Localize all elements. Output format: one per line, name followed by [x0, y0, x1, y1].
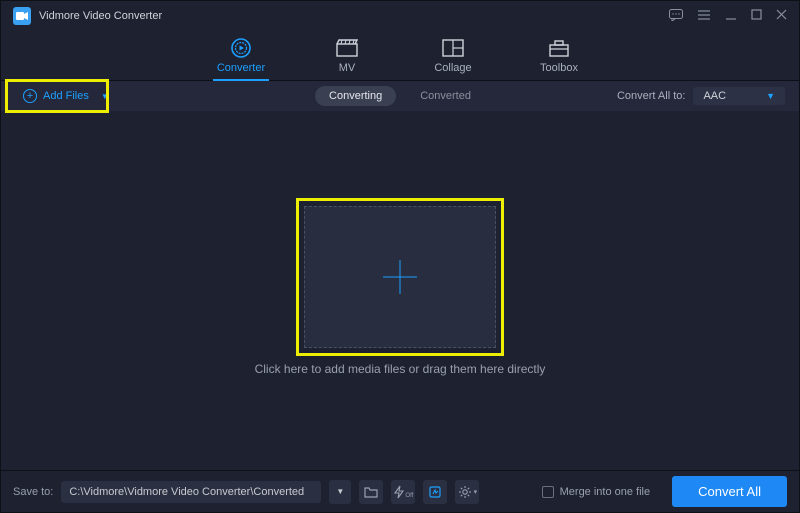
convert-all-button[interactable]: Convert All	[672, 476, 787, 507]
drop-zone[interactable]	[304, 206, 496, 348]
add-files-label: Add Files	[43, 90, 89, 102]
nav-label: Collage	[434, 62, 471, 74]
drop-hint-text: Click here to add media files or drag th…	[255, 362, 546, 376]
app-title: Vidmore Video Converter	[39, 10, 162, 22]
nav-converter[interactable]: Converter	[213, 38, 269, 80]
output-format-select[interactable]: AAC ▼	[693, 87, 785, 105]
output-format-value: AAC	[703, 90, 726, 102]
convert-all-to: Convert All to: AAC ▼	[617, 87, 785, 105]
save-to-label: Save to:	[13, 486, 53, 498]
merge-checkbox[interactable]: Merge into one file	[542, 486, 651, 498]
sub-toolbar: + Add Files ▼ Converting Converted Conve…	[1, 81, 799, 111]
checkbox-icon	[542, 486, 554, 498]
top-nav: Converter MV Collage Toolbox	[1, 31, 799, 81]
bolt-icon	[392, 485, 406, 499]
nav-label: Toolbox	[540, 62, 578, 74]
chevron-down-icon: ▼	[101, 92, 109, 101]
save-path-dropdown[interactable]: ▼	[329, 480, 351, 504]
minimize-icon[interactable]	[725, 9, 737, 24]
window-controls	[669, 9, 787, 24]
nav-label: Converter	[217, 62, 265, 74]
chevron-down-icon: ▼	[766, 91, 775, 101]
main-area: Click here to add media files or drag th…	[1, 111, 799, 470]
collage-icon	[441, 38, 465, 58]
nav-toolbox[interactable]: Toolbox	[531, 38, 587, 80]
speed-icon	[428, 485, 442, 499]
feedback-icon[interactable]	[669, 9, 683, 24]
bottom-bar: Save to: C:\Vidmore\Vidmore Video Conver…	[1, 470, 799, 512]
menu-icon[interactable]	[697, 9, 711, 23]
nav-mv[interactable]: MV	[319, 38, 375, 80]
close-icon[interactable]	[776, 9, 787, 23]
clapper-icon	[335, 38, 359, 58]
titlebar: Vidmore Video Converter	[1, 1, 799, 31]
tab-converting[interactable]: Converting	[315, 86, 396, 106]
nav-collage[interactable]: Collage	[425, 38, 481, 80]
toolbox-icon	[547, 38, 571, 58]
gear-icon	[458, 485, 472, 499]
plus-circle-icon: +	[23, 89, 37, 103]
app-window: Vidmore Video Converter Co	[0, 0, 800, 513]
high-speed-button[interactable]	[423, 480, 447, 504]
status-tabs: Converting Converted	[315, 86, 485, 106]
maximize-icon[interactable]	[751, 9, 762, 23]
play-circle-icon	[229, 38, 253, 58]
hardware-accel-button[interactable]: Off	[391, 480, 415, 504]
add-files-button[interactable]: + Add Files ▼	[15, 85, 117, 107]
settings-button[interactable]: ▾	[455, 480, 479, 504]
save-path-field[interactable]: C:\Vidmore\Vidmore Video Converter\Conve…	[61, 481, 321, 503]
folder-icon	[364, 486, 378, 498]
plus-thin-icon	[383, 260, 417, 294]
merge-label: Merge into one file	[560, 486, 651, 498]
convert-all-label: Convert All to:	[617, 90, 685, 102]
app-logo-icon	[13, 7, 31, 25]
drop-zone-wrap	[304, 206, 496, 348]
nav-label: MV	[339, 62, 356, 74]
open-folder-button[interactable]	[359, 480, 383, 504]
tab-converted[interactable]: Converted	[406, 86, 485, 106]
chevron-down-icon: ▾	[474, 488, 478, 496]
